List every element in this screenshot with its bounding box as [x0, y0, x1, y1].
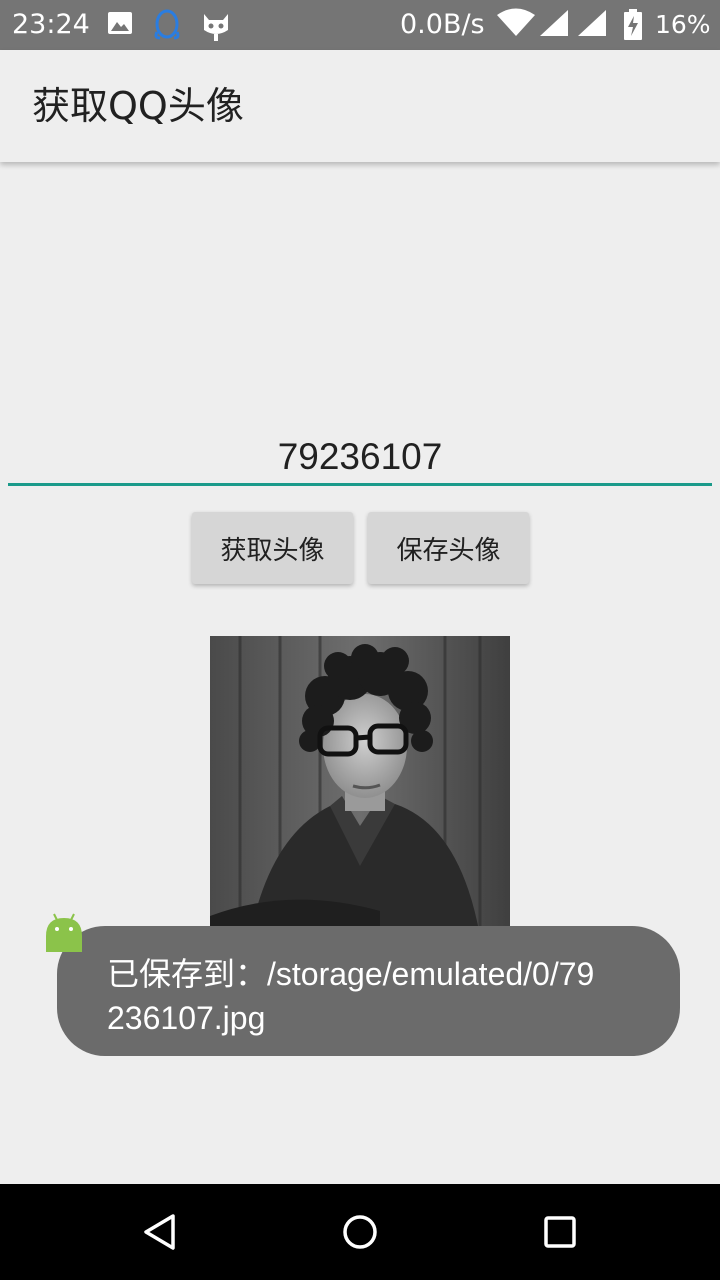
get-avatar-button[interactable]: 获取头像	[192, 512, 353, 584]
page-title: 获取QQ头像	[32, 84, 244, 128]
save-avatar-button[interactable]: 保存头像	[368, 512, 529, 584]
image-notification-icon	[106, 8, 134, 42]
navigation-bar	[0, 1184, 720, 1280]
recents-icon[interactable]	[524, 1196, 596, 1268]
qq-penguin-icon	[152, 8, 182, 46]
signal-icon	[538, 8, 570, 42]
status-time: 23:24	[12, 9, 90, 40]
battery-percent: 16%	[655, 10, 711, 39]
android-robot-icon	[42, 910, 86, 958]
avatar-image	[210, 636, 510, 936]
cat-notification-icon	[200, 8, 232, 46]
net-speed: 0.0B/s	[400, 9, 485, 40]
qq-number-input[interactable]	[8, 424, 712, 486]
home-icon[interactable]	[324, 1196, 396, 1268]
wifi-icon	[496, 8, 536, 42]
battery-charging-icon	[622, 8, 644, 46]
app-bar: 获取QQ头像	[0, 50, 720, 162]
status-bar: 23:24 0.0B/s 16%	[0, 0, 720, 50]
toast-message: 已保存到：/storage/emulated/0/79236107.jpg	[57, 926, 680, 1056]
back-icon[interactable]	[124, 1196, 196, 1268]
toast-text: 已保存到：/storage/emulated/0/79236107.jpg	[107, 956, 595, 1036]
signal-icon	[576, 8, 608, 42]
